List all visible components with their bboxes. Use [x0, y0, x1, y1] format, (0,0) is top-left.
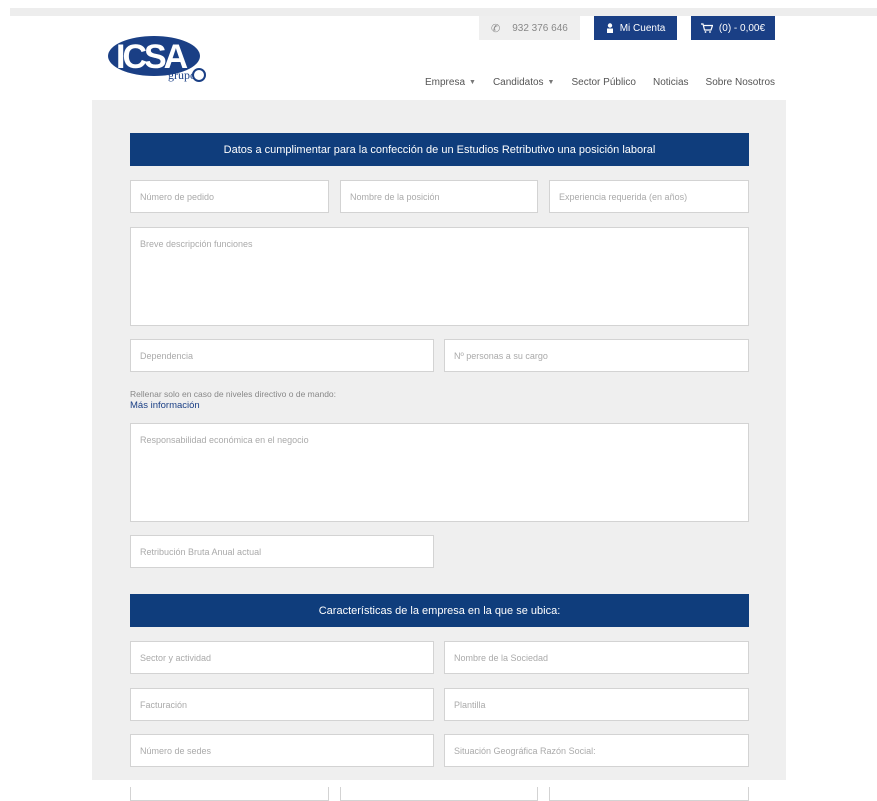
nav-item-sector-publico[interactable]: Sector Público [571, 77, 635, 88]
nav-label: Candidatos [492, 77, 544, 88]
nav-label: Noticias [652, 77, 689, 88]
phone-number: 932 376 646 [512, 22, 568, 34]
numero-sedes-input[interactable]: Número de sedes [130, 734, 434, 767]
nombre-sociedad-input[interactable]: Nombre de la Sociedad [444, 641, 749, 674]
cart-icon [700, 23, 713, 33]
account-label: Mi Cuenta [619, 22, 666, 34]
dependencia-input[interactable]: Dependencia [130, 339, 434, 372]
retribucion-input[interactable]: Retribución Bruta Anual actual [130, 535, 434, 568]
caret-down-icon: ▼ [547, 79, 555, 86]
personas-cargo-input[interactable]: Nº personas a su cargo [444, 339, 749, 372]
numero-pedido-input[interactable]: Número de pedido [130, 180, 329, 213]
logo-ring-icon [192, 68, 206, 82]
note-label: Rellenar solo en caso de niveles directi… [130, 389, 337, 399]
section-header-datos: Datos a cumplimentar para la confección … [130, 133, 749, 166]
nombre-posicion-input[interactable]: Nombre de la posición [340, 180, 538, 213]
plantilla-input[interactable]: Plantilla [444, 688, 749, 721]
nav-item-empresa[interactable]: Empresa ▼ [425, 77, 476, 88]
nav-item-candidatos[interactable]: Candidatos ▼ [493, 77, 555, 88]
nav-label: Sobre Nosotros [705, 77, 776, 88]
top-strip [10, 8, 877, 16]
bottom-edge [0, 780, 877, 787]
caret-down-icon: ▼ [469, 79, 476, 86]
more-info-link[interactable]: Más información [130, 400, 336, 412]
user-icon [606, 23, 613, 33]
nav-label: Sector Público [571, 77, 636, 88]
nav-item-sobre-nosotros[interactable]: Sobre Nosotros [706, 77, 775, 88]
phone-icon: ✆ [491, 22, 501, 35]
cart-label: (0) - 0,00€ [718, 22, 766, 34]
facturacion-input[interactable]: Facturación [130, 688, 434, 721]
responsabilidad-textarea[interactable]: Responsabilidad económica en el negocio [130, 423, 749, 522]
account-button[interactable]: Mi Cuenta [594, 16, 677, 40]
sector-input[interactable]: Sector y actividad [130, 641, 434, 674]
descripcion-textarea[interactable]: Breve descripción funciones [130, 227, 749, 326]
main-nav: Empresa ▼ Candidatos ▼ Sector Público No… [425, 77, 775, 88]
situacion-input[interactable]: Situación Geográfica Razón Social: [444, 734, 749, 767]
experiencia-input[interactable]: Experiencia requerida (en años) [549, 180, 749, 213]
section-header-empresa: Características de la empresa en la que … [130, 594, 749, 627]
icsa-logo[interactable]: ICSA grupo [108, 34, 208, 82]
cart-button[interactable]: (0) - 0,00€ [691, 16, 775, 40]
nav-item-noticias[interactable]: Noticias [653, 77, 689, 88]
nav-label: Empresa [425, 77, 466, 88]
phone-box[interactable]: ✆ 932 376 646 [479, 16, 580, 40]
note-text: Rellenar solo en caso de niveles directi… [130, 388, 336, 412]
